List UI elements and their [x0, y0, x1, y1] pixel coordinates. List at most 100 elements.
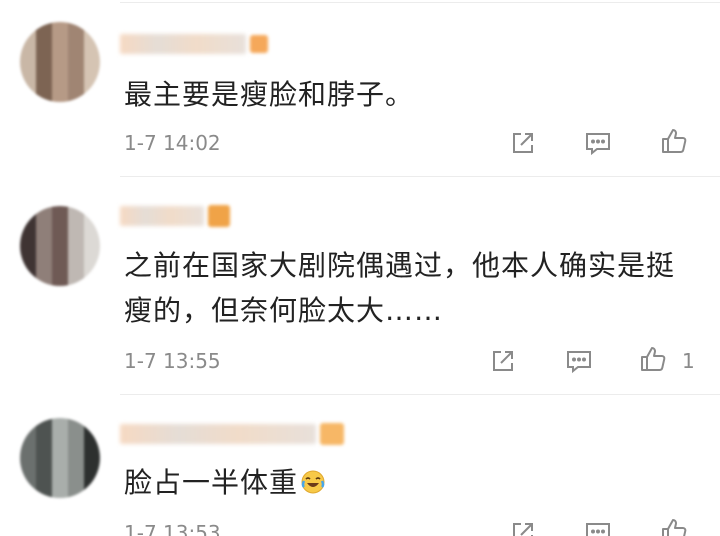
avatar[interactable]	[20, 206, 100, 286]
avatar-mosaic-cell	[68, 22, 84, 38]
comment-button[interactable]	[564, 346, 594, 376]
avatar-mosaic-cell	[20, 54, 36, 70]
avatar-mosaic-cell	[20, 418, 36, 434]
comment-feed: 最主要是瘦脸和脖子。 1-7 14:02 之前在国家大剧院偶遇过，他本人确实是挺…	[0, 0, 720, 536]
avatar-mosaic-cell	[52, 434, 68, 450]
avatar[interactable]	[20, 418, 100, 498]
share-button[interactable]	[508, 128, 538, 158]
like-button[interactable]	[638, 344, 668, 374]
avatar-mosaic-cell	[36, 22, 52, 38]
avatar-mosaic-cell	[36, 86, 52, 102]
avatar-mosaic-cell	[84, 254, 100, 270]
avatar-mosaic-cell	[52, 70, 68, 86]
thumbs-up-icon	[641, 347, 666, 371]
avatar-mosaic-cell	[52, 466, 68, 482]
avatar-mosaic-cell	[20, 238, 36, 254]
avatar-mosaic-cell	[52, 38, 68, 54]
avatar-mosaic-cell	[84, 54, 100, 70]
avatar-mosaic-cell	[20, 270, 36, 286]
avatar-mosaic-cell	[84, 418, 100, 434]
avatar-mosaic-cell	[52, 206, 68, 222]
avatar-mosaic-cell	[36, 38, 52, 54]
avatar-mosaic-cell	[36, 270, 52, 286]
avatar-mosaic-cell	[68, 466, 84, 482]
avatar-mosaic-cell	[52, 222, 68, 238]
member-badge-icon	[208, 205, 230, 227]
member-badge-icon	[320, 423, 344, 445]
username-blurred[interactable]	[120, 204, 230, 228]
avatar-mosaic-cell	[68, 418, 84, 434]
thumbs-up-icon	[662, 519, 687, 536]
avatar-mosaic-cell	[84, 238, 100, 254]
avatar-mosaic-cell	[36, 54, 52, 70]
comment-item: 脸占一半体重 1-7 13:53	[0, 394, 720, 536]
avatar-mosaic-cell	[20, 70, 36, 86]
comment-item: 最主要是瘦脸和脖子。 1-7 14:02	[0, 0, 720, 175]
avatar-mosaic-cell	[84, 482, 100, 498]
avatar-mosaic-cell	[84, 38, 100, 54]
comment-icon	[586, 523, 610, 536]
avatar-mosaic-cell	[68, 54, 84, 70]
comment-time: 1-7 13:53	[124, 521, 221, 536]
avatar-mosaic-cell	[52, 418, 68, 434]
avatar-mosaic-cell	[68, 434, 84, 450]
comment-item: 之前在国家大剧院偶遇过，他本人确实是挺瘦的，但奈何脸太大…… 1-7 13:55…	[0, 176, 720, 394]
username-blurred[interactable]	[120, 32, 268, 56]
comment-icon	[567, 351, 591, 374]
avatar-mosaic-cell	[20, 450, 36, 466]
avatar-mosaic-cell	[68, 450, 84, 466]
share-icon	[493, 351, 513, 371]
avatar-mosaic-cell	[36, 222, 52, 238]
avatar-mosaic-cell	[20, 22, 36, 38]
avatar-mosaic-cell	[84, 86, 100, 102]
comment-text: 脸占一半体重	[124, 460, 694, 505]
comment-icon	[586, 133, 610, 156]
avatar-mosaic-cell	[36, 238, 52, 254]
comment-button[interactable]	[583, 518, 613, 536]
avatar-mosaic-cell	[84, 206, 100, 222]
avatar-mosaic-cell	[68, 482, 84, 498]
avatar-mosaic-cell	[20, 434, 36, 450]
avatar-mosaic-cell	[36, 206, 52, 222]
avatar-mosaic-cell	[84, 70, 100, 86]
avatar-mosaic-cell	[36, 254, 52, 270]
avatar-mosaic-cell	[68, 254, 84, 270]
avatar-mosaic-cell	[20, 206, 36, 222]
comment-text: 之前在国家大剧院偶遇过，他本人确实是挺瘦的，但奈何脸太大……	[124, 249, 676, 327]
avatar-mosaic-cell	[52, 482, 68, 498]
avatar-mosaic-cell	[52, 254, 68, 270]
avatar-mosaic-cell	[84, 222, 100, 238]
like-button[interactable]	[659, 126, 689, 156]
crying-laughing-emoji-icon	[301, 470, 325, 494]
avatar-mosaic-cell	[68, 238, 84, 254]
avatar-mosaic-cell	[52, 238, 68, 254]
avatar-mosaic-cell	[20, 254, 36, 270]
avatar[interactable]	[20, 22, 100, 102]
comment-button[interactable]	[583, 128, 613, 158]
avatar-mosaic-cell	[36, 482, 52, 498]
avatar-mosaic-cell	[20, 38, 36, 54]
avatar-mosaic-cell	[52, 54, 68, 70]
share-button[interactable]	[508, 518, 538, 536]
member-badge-icon	[250, 35, 268, 53]
avatar-mosaic-cell	[20, 466, 36, 482]
share-icon	[513, 523, 533, 536]
avatar-mosaic-cell	[36, 450, 52, 466]
share-button[interactable]	[488, 346, 518, 376]
avatar-mosaic-cell	[68, 38, 84, 54]
avatar-mosaic-cell	[36, 434, 52, 450]
avatar-mosaic-cell	[36, 466, 52, 482]
like-button[interactable]	[659, 516, 689, 536]
username-blurred[interactable]	[120, 422, 344, 446]
avatar-mosaic-cell	[20, 86, 36, 102]
avatar-mosaic-cell	[36, 70, 52, 86]
avatar-mosaic-cell	[68, 222, 84, 238]
avatar-mosaic-cell	[84, 22, 100, 38]
avatar-mosaic-cell	[52, 270, 68, 286]
avatar-mosaic-cell	[36, 418, 52, 434]
avatar-mosaic-cell	[68, 270, 84, 286]
avatar-mosaic-cell	[52, 86, 68, 102]
avatar-mosaic-cell	[20, 482, 36, 498]
avatar-mosaic-cell	[20, 222, 36, 238]
comment-time: 1-7 14:02	[124, 131, 221, 155]
